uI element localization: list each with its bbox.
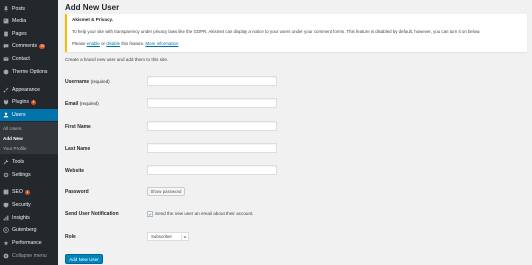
submenu-add-new[interactable]: Add New (3, 136, 23, 141)
collapse-icon (3, 253, 9, 259)
admin-sidebar: Posts Media Pages Comments 15 Contact Th… (0, 0, 58, 265)
submenu-your-profile[interactable]: Your Profile (3, 146, 27, 151)
password-label: Password (65, 189, 89, 195)
sidebar-item-performance[interactable]: Performance (0, 238, 58, 248)
media-icon (3, 18, 9, 24)
more-information-link[interactable]: More information (146, 41, 179, 46)
comments-count-badge: 15 (39, 43, 46, 49)
notification-text: Send the new user an email about their a… (155, 211, 254, 216)
sidebar-item-label: Tools (12, 159, 25, 165)
sidebar-item-label: Appearance (12, 87, 40, 93)
sidebar-item-label: Performance (12, 240, 42, 246)
wrench-icon (3, 159, 9, 165)
seo-count-badge: 1 (24, 189, 30, 195)
show-password-button[interactable]: Show password (147, 187, 185, 196)
collapse-menu-button[interactable]: Collapse menu (0, 251, 58, 261)
notification-label: Send User Notification (65, 211, 119, 217)
mail-icon (3, 56, 9, 62)
sidebar-item-label: SEO (12, 189, 23, 195)
notice-links-prefix: Please (72, 41, 87, 46)
notice-title: Akismet & Privacy. (72, 17, 114, 22)
sidebar-item-media[interactable]: Media (0, 16, 58, 26)
sidebar-item-comments[interactable]: Comments 15 (0, 41, 58, 51)
notice-links-suffix: this feature. (120, 41, 146, 46)
firstname-field[interactable] (147, 121, 277, 131)
insights-icon (3, 215, 9, 221)
sidebar-item-plugins[interactable]: Plugins 4 (0, 97, 58, 107)
sidebar-item-seo[interactable]: SEO 1 (0, 187, 58, 197)
email-field[interactable] (147, 98, 277, 108)
sidebar-item-pages[interactable]: Pages (0, 29, 58, 39)
plugin-icon (3, 99, 9, 105)
firstname-label: First Name (65, 124, 91, 130)
sidebar-item-label: Theme Options (12, 69, 48, 75)
email-label-text: Email (65, 101, 79, 107)
email-required-note: (required) (79, 101, 99, 106)
disable-link[interactable]: disable (106, 41, 120, 46)
page-title: Add New User (65, 3, 120, 12)
comment-icon (3, 43, 9, 49)
lastname-field[interactable] (147, 143, 277, 153)
website-field[interactable] (147, 165, 277, 175)
sidebar-item-label: Media (12, 18, 27, 24)
notice-links: Please enable or disable this feature. M… (72, 41, 178, 46)
performance-icon (3, 240, 9, 246)
sidebar-item-label: Pages (12, 31, 27, 37)
users-submenu: All Users Add New Your Profile (0, 122, 58, 154)
sidebar-item-theme-options[interactable]: Theme Options (0, 67, 58, 77)
sidebar-item-label: Posts (12, 6, 25, 12)
users-icon (3, 112, 9, 118)
username-label: Username (required) (65, 79, 110, 85)
sidebar-item-security[interactable]: Security (0, 200, 58, 210)
role-select[interactable]: Subscriber (147, 232, 189, 241)
sidebar-item-label: Users (12, 112, 26, 118)
brush-icon (3, 87, 9, 93)
enable-link[interactable]: enable (87, 41, 100, 46)
sidebar-item-label: Plugins (12, 99, 30, 105)
seo-icon (3, 189, 9, 195)
sidebar-item-label: Gutenberg (12, 227, 37, 233)
username-field[interactable] (147, 76, 277, 86)
plugins-count-badge: 4 (31, 99, 37, 105)
sidebar-item-label: Settings (12, 172, 31, 178)
shield-icon (3, 202, 9, 208)
email-label: Email (required) (65, 101, 99, 107)
akismet-privacy-notice: Akismet & Privacy. To help your site wit… (65, 14, 527, 52)
send-notification-checkbox[interactable] (147, 211, 153, 217)
lastname-label: Last Name (65, 146, 91, 152)
theme-icon (3, 69, 9, 75)
sidebar-item-appearance[interactable]: Appearance (0, 85, 58, 95)
notice-text: To help your site with transparency unde… (72, 29, 481, 34)
website-label: Website (65, 168, 85, 174)
username-label-text: Username (65, 79, 90, 85)
pin-icon (3, 6, 9, 12)
sidebar-item-insights[interactable]: Insights (0, 213, 58, 223)
sidebar-item-contact[interactable]: Contact (0, 54, 58, 64)
main-content: Add New User Akismet & Privacy. To help … (58, 0, 532, 265)
page-icon (3, 31, 9, 37)
sidebar-item-settings[interactable]: Settings (0, 170, 58, 180)
username-required-note: (required) (90, 79, 110, 84)
sidebar-item-gutenberg[interactable]: Gutenberg (0, 225, 58, 235)
intro-text: Create a brand new user and add them to … (65, 57, 169, 62)
role-select-value: Subscriber (151, 234, 172, 239)
sidebar-item-label: Insights (12, 215, 30, 221)
collapse-menu-label: Collapse menu (12, 253, 47, 259)
sidebar-item-users[interactable]: Users (0, 109, 58, 121)
role-label: Role (65, 234, 76, 240)
sidebar-item-label: Comments (12, 43, 38, 49)
sidebar-item-posts[interactable]: Posts (0, 4, 58, 14)
sidebar-item-label: Contact (12, 56, 30, 62)
settings-icon (3, 172, 9, 178)
submenu-all-users[interactable]: All Users (3, 126, 21, 131)
gutenberg-icon (3, 227, 9, 233)
add-new-user-button[interactable]: Add New User (65, 254, 103, 264)
chevron-down-icon (181, 234, 187, 240)
checkmark-icon (148, 212, 152, 216)
sidebar-item-label: Security (12, 202, 31, 208)
sidebar-item-tools[interactable]: Tools (0, 157, 58, 167)
